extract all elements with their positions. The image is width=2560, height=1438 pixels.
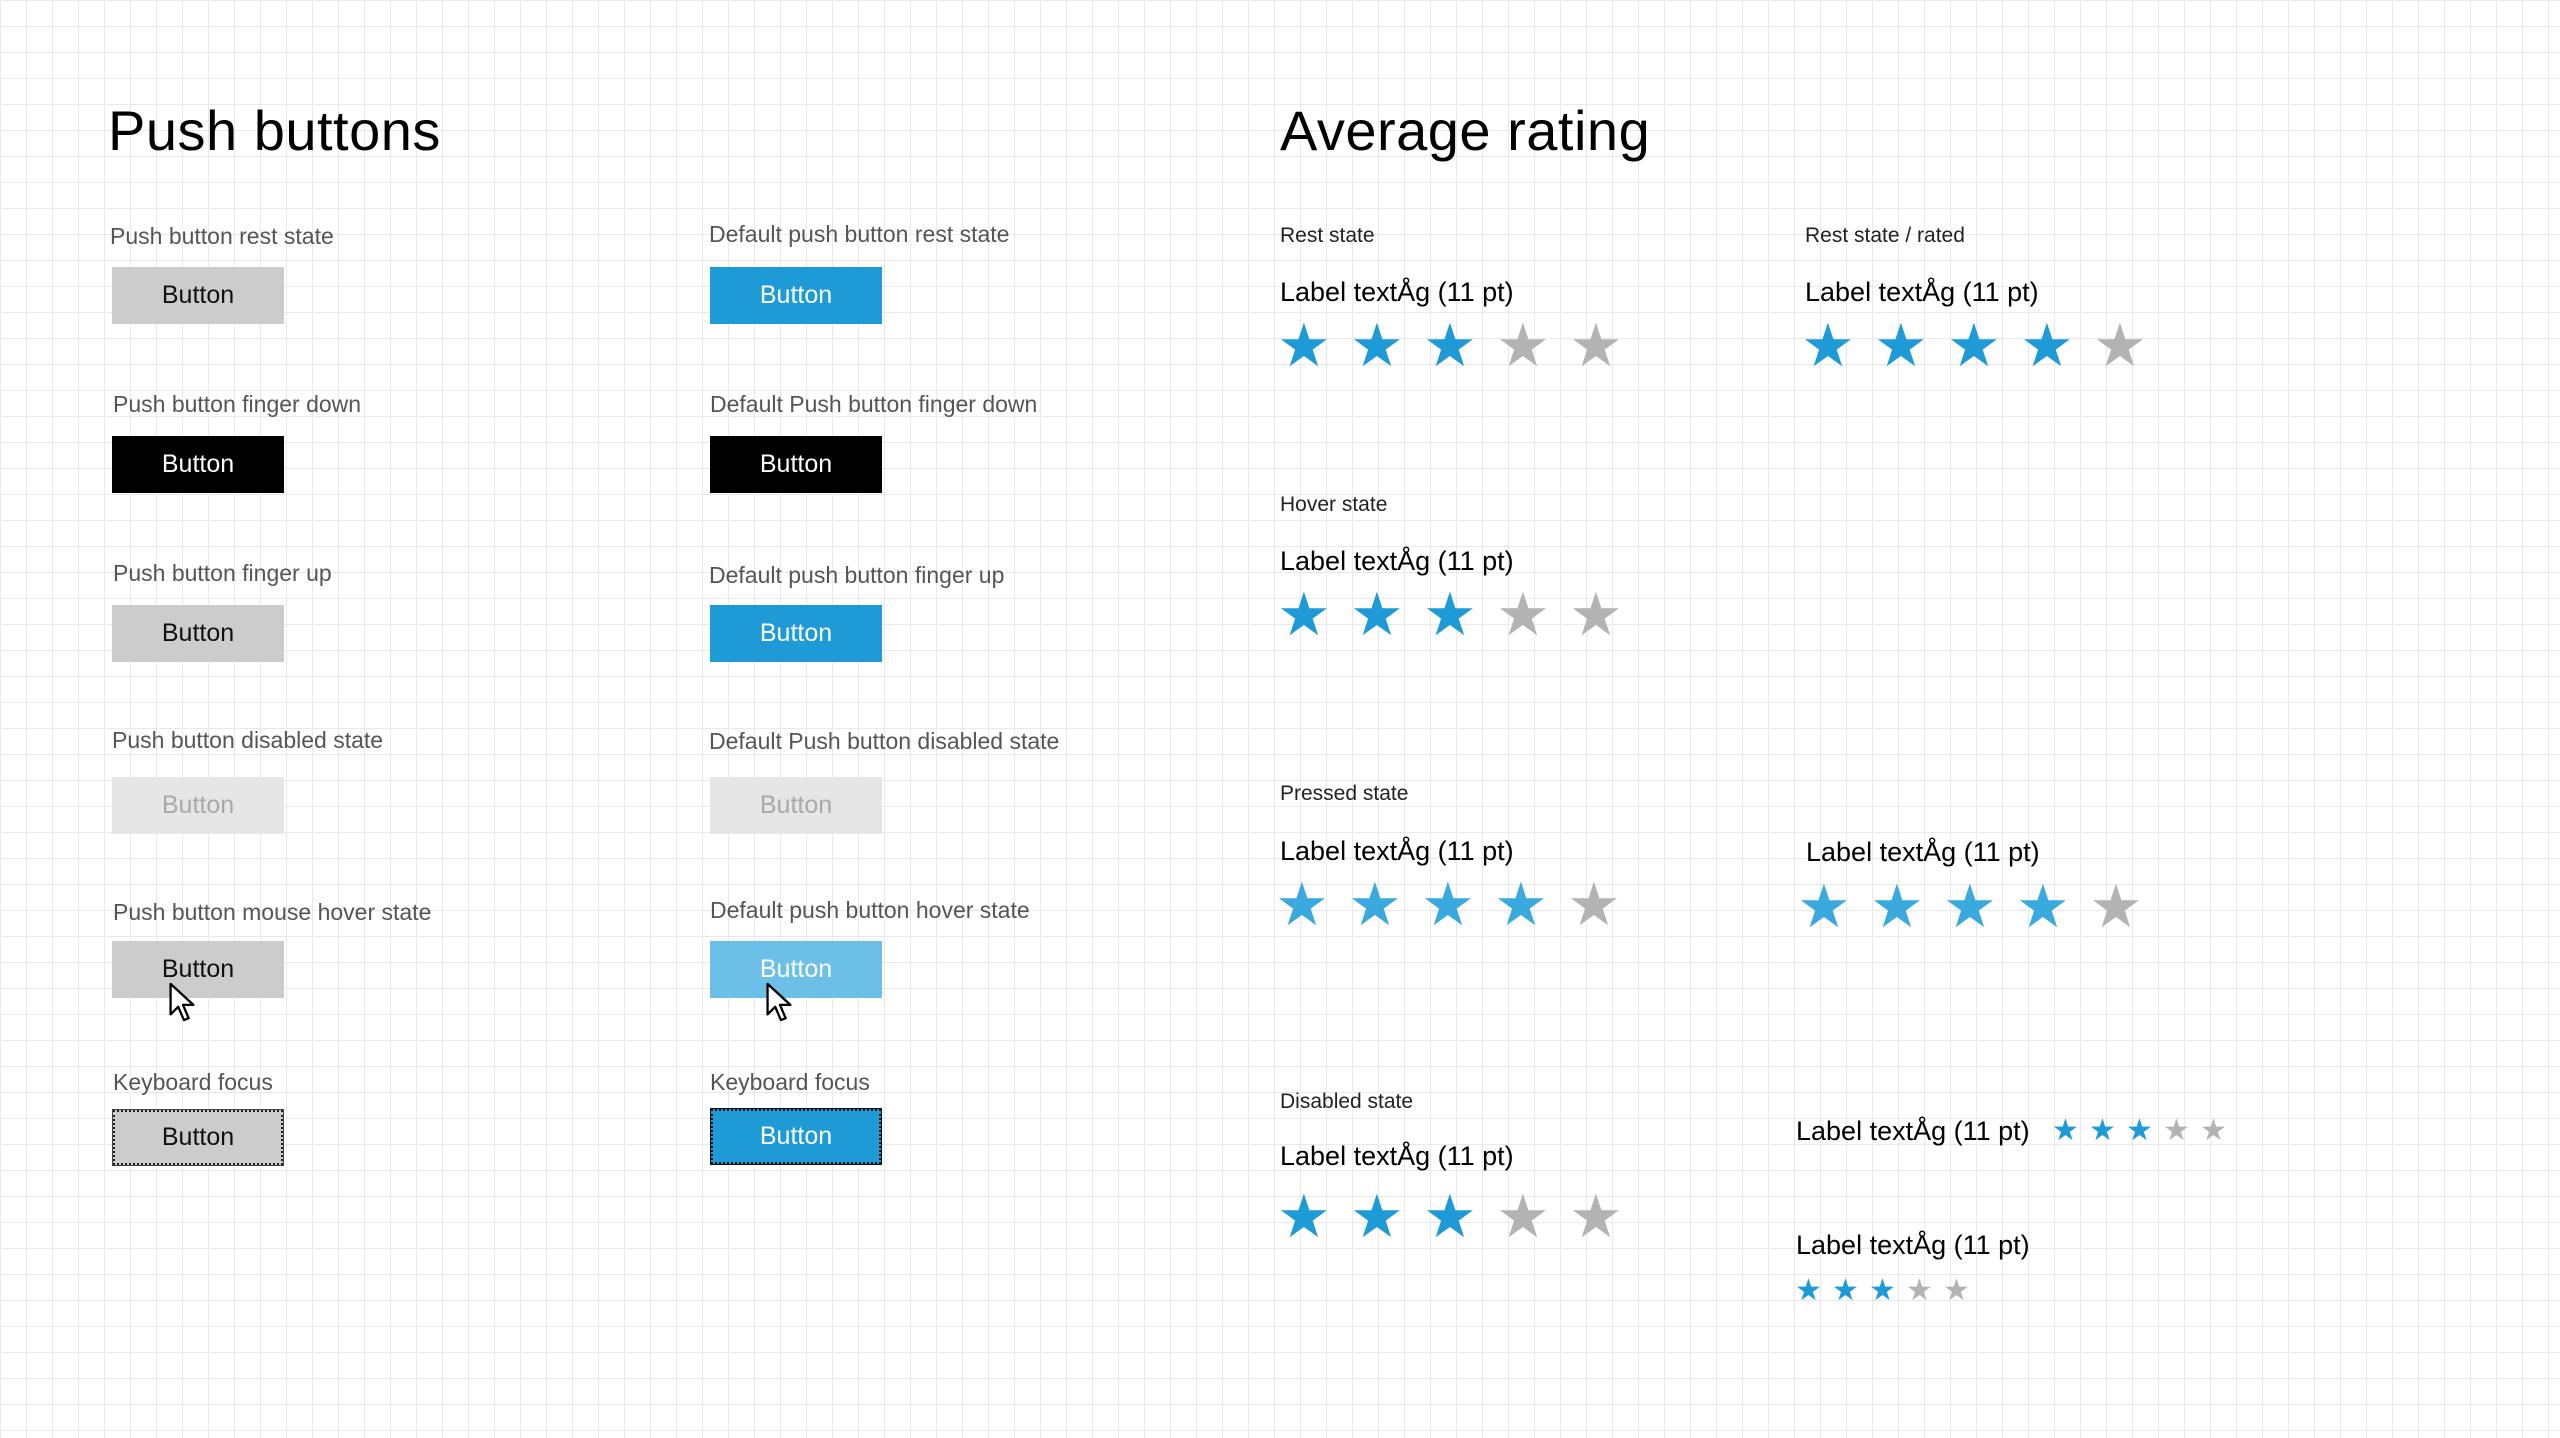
average-rating-title: Average rating bbox=[1280, 99, 1651, 162]
rating-stars-disabled-inline: ★ ★ ★ ★ ★ bbox=[2052, 1116, 2237, 1146]
star-icon: ★ bbox=[2200, 1114, 2227, 1147]
mouse-pointer-icon bbox=[766, 982, 792, 1022]
star-icon[interactable]: ★ bbox=[1277, 316, 1350, 376]
rating-stars-pressed-rated[interactable]: ★ ★ ★ ★ ★ bbox=[1797, 877, 2162, 937]
star-icon: ★ bbox=[2089, 1114, 2116, 1147]
star-icon: ★ bbox=[1350, 1183, 1404, 1250]
star-icon[interactable]: ★ bbox=[1421, 875, 1494, 935]
star-icon[interactable]: ★ bbox=[2016, 877, 2089, 937]
push-button-finger-down[interactable]: Button bbox=[112, 436, 284, 493]
star-icon: ★ bbox=[1423, 1183, 1477, 1250]
default-push-button-finger-up[interactable]: Button bbox=[710, 605, 882, 662]
star-icon[interactable]: ★ bbox=[1797, 877, 1870, 937]
push-button-keyboard-focus[interactable]: Button bbox=[112, 1109, 284, 1166]
rating-stars-disabled-stacked: ★ ★ ★ ★ ★ bbox=[1795, 1276, 1980, 1306]
star-icon: ★ bbox=[1906, 1274, 1933, 1307]
rating-stars-pressed[interactable]: ★ ★ ★ ★ ★ bbox=[1275, 875, 1640, 935]
rating-label-pressed: Label textÅg (11 pt) bbox=[1280, 836, 1514, 866]
star-icon: ★ bbox=[1943, 1274, 1970, 1307]
default-push-button-rest[interactable]: Button bbox=[710, 267, 882, 324]
star-icon: ★ bbox=[1795, 1274, 1822, 1307]
caption-pressed-state: Pressed state bbox=[1280, 782, 1409, 805]
star-icon[interactable]: ★ bbox=[2089, 877, 2162, 937]
star-icon: ★ bbox=[2052, 1114, 2079, 1147]
star-icon: ★ bbox=[2163, 1114, 2190, 1147]
rating-stars-hover[interactable]: ★ ★ ★ ★ ★ bbox=[1277, 585, 1642, 645]
rating-label-rest-rated: Label textÅg (11 pt) bbox=[1805, 277, 2039, 307]
star-icon[interactable]: ★ bbox=[1350, 585, 1423, 645]
caption-push-button-hover: Push button mouse hover state bbox=[113, 899, 432, 925]
rating-label-hover: Label textÅg (11 pt) bbox=[1280, 546, 1514, 576]
caption-default-push-button-finger-down: Default Push button finger down bbox=[710, 391, 1038, 417]
star-icon[interactable]: ★ bbox=[1569, 585, 1642, 645]
push-buttons-title: Push buttons bbox=[108, 99, 441, 162]
rating-label-pressed-rated: Label textÅg (11 pt) bbox=[1806, 837, 2040, 867]
star-icon[interactable]: ★ bbox=[1943, 877, 2016, 937]
star-icon[interactable]: ★ bbox=[1496, 316, 1569, 376]
star-icon[interactable]: ★ bbox=[1567, 875, 1640, 935]
caption-rest-state-rated: Rest state / rated bbox=[1805, 224, 1965, 247]
star-icon[interactable]: ★ bbox=[1275, 875, 1348, 935]
rating-label-disabled: Label textÅg (11 pt) bbox=[1280, 1141, 1514, 1171]
caption-hover-state: Hover state bbox=[1280, 493, 1388, 516]
star-icon: ★ bbox=[1496, 1183, 1550, 1250]
rating-label-disabled-inline: Label textÅg (11 pt) bbox=[1796, 1116, 2030, 1146]
default-push-button-keyboard-focus[interactable]: Button bbox=[710, 1108, 882, 1165]
star-icon[interactable]: ★ bbox=[1947, 316, 2020, 376]
rating-stars-disabled: ★ ★ ★ ★ ★ bbox=[1277, 1187, 1642, 1247]
star-icon[interactable]: ★ bbox=[1348, 875, 1421, 935]
push-button-rest[interactable]: Button bbox=[112, 267, 284, 324]
star-icon: ★ bbox=[1869, 1274, 1896, 1307]
star-icon[interactable]: ★ bbox=[1569, 316, 1642, 376]
default-push-button-disabled: Button bbox=[710, 777, 882, 834]
caption-keyboard-focus: Keyboard focus bbox=[113, 1069, 273, 1095]
caption-push-button-rest: Push button rest state bbox=[110, 223, 334, 249]
star-icon[interactable]: ★ bbox=[1423, 585, 1496, 645]
rating-label-disabled-stacked: Label textÅg (11 pt) bbox=[1796, 1230, 2030, 1260]
star-icon[interactable]: ★ bbox=[1277, 585, 1350, 645]
star-icon[interactable]: ★ bbox=[1494, 875, 1567, 935]
push-button-finger-up[interactable]: Button bbox=[112, 605, 284, 662]
caption-push-button-finger-up: Push button finger up bbox=[113, 560, 332, 586]
default-push-button-hover[interactable]: Button bbox=[710, 941, 882, 998]
default-push-button-finger-down[interactable]: Button bbox=[710, 436, 882, 493]
star-icon[interactable]: ★ bbox=[2020, 316, 2093, 376]
push-button-hover[interactable]: Button bbox=[112, 941, 284, 998]
caption-push-button-disabled: Push button disabled state bbox=[112, 727, 384, 753]
caption-default-push-button-disabled: Default Push button disabled state bbox=[709, 728, 1060, 754]
caption-push-button-finger-down: Push button finger down bbox=[113, 391, 362, 417]
star-icon[interactable]: ★ bbox=[1350, 316, 1423, 376]
caption-default-push-button-finger-up: Default push button finger up bbox=[709, 562, 1005, 588]
rating-stars-rest-rated[interactable]: ★ ★ ★ ★ ★ bbox=[1801, 316, 2166, 376]
star-icon[interactable]: ★ bbox=[1870, 877, 1943, 937]
caption-default-push-button-rest: Default push button rest state bbox=[709, 221, 1010, 247]
star-icon[interactable]: ★ bbox=[1874, 316, 1947, 376]
star-icon: ★ bbox=[1832, 1274, 1859, 1307]
caption-disabled-state: Disabled state bbox=[1280, 1090, 1414, 1113]
push-button-disabled: Button bbox=[112, 777, 284, 834]
caption-default-push-button-hover: Default push button hover state bbox=[710, 897, 1030, 923]
mouse-pointer-icon bbox=[169, 982, 195, 1022]
caption-rest-state: Rest state bbox=[1280, 224, 1375, 247]
star-icon[interactable]: ★ bbox=[1423, 316, 1496, 376]
star-icon: ★ bbox=[2126, 1114, 2153, 1147]
rating-label-rest: Label textÅg (11 pt) bbox=[1280, 277, 1514, 307]
rating-stars-rest[interactable]: ★ ★ ★ ★ ★ bbox=[1277, 316, 1642, 376]
star-icon: ★ bbox=[1569, 1183, 1623, 1250]
star-icon[interactable]: ★ bbox=[1496, 585, 1569, 645]
star-icon[interactable]: ★ bbox=[1801, 316, 1874, 376]
star-icon: ★ bbox=[1277, 1183, 1331, 1250]
caption-default-keyboard-focus: Keyboard focus bbox=[710, 1069, 870, 1095]
star-icon[interactable]: ★ bbox=[2093, 316, 2166, 376]
